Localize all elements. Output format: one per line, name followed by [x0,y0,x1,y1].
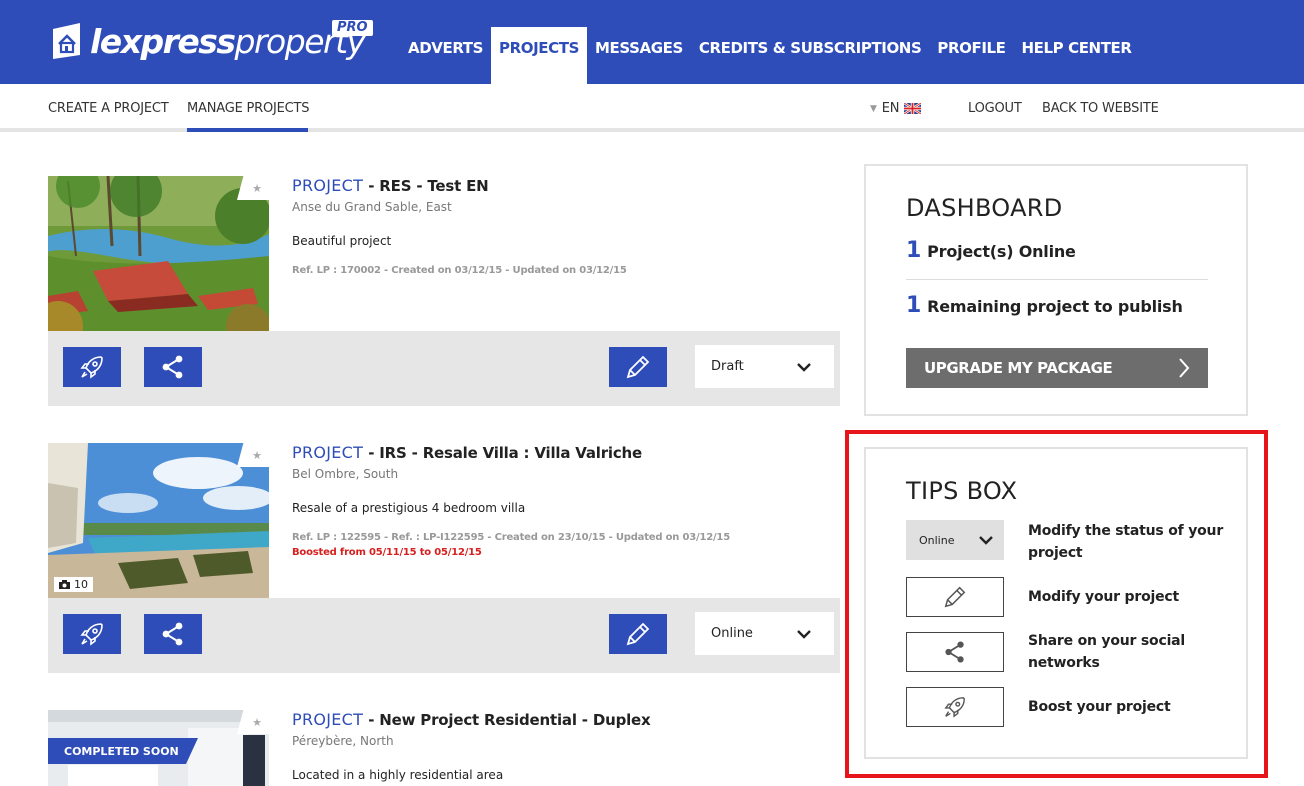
completion-ribbon: COMPLETED SOON [48,738,198,764]
chevron-down-icon [979,536,993,545]
project-location: Anse du Grand Sable, East [292,200,452,214]
upgrade-label: UPGRADE MY PACKAGE [924,359,1113,377]
project-card: ★ PROJECT - RES - Test EN Anse du Grand … [48,176,840,406]
project-title[interactable]: PROJECT - RES - Test EN [292,176,489,195]
online-count: 1 [906,238,922,263]
edit-button[interactable] [609,347,667,387]
pencil-icon [944,586,966,608]
nav-profile[interactable]: PROFILE [929,27,1013,84]
project-description: Located in a highly residential area [292,768,504,782]
language-label: EN [881,101,900,116]
tip-modify-status: Modify the status of your project [1028,523,1224,561]
share-button[interactable] [144,614,202,654]
tip-share: Share on your social networks [1028,633,1186,671]
project-reference: Ref. LP : 122595 - Ref. : LP-I122595 - C… [292,532,730,543]
remaining-count: 1 [906,293,922,318]
pencil-icon [626,622,650,646]
tip-edit-example [906,577,1004,617]
project-thumbnail[interactable]: ★ [48,176,269,331]
rocket-icon [80,356,103,379]
project-description: Beautiful project [292,234,392,248]
project-title[interactable]: PROJECT - IRS - Resale Villa : Villa Val… [292,443,642,462]
upgrade-package-button[interactable]: UPGRADE MY PACKAGE [906,348,1208,388]
manage-projects-link[interactable]: MANAGE PROJECTS [187,101,310,116]
project-thumbnail[interactable]: ★ 10 [48,443,269,598]
nav-help-center[interactable]: HELP CENTER [1014,27,1140,84]
uk-flag-icon [904,103,922,114]
chevron-right-icon [1179,358,1190,378]
online-label: Project(s) Online [927,242,1076,261]
create-project-link[interactable]: CREATE A PROJECT [48,101,169,116]
pencil-icon [626,355,650,379]
brand-name: lexpressproperty [90,21,366,61]
project-card: ★ COMPLETED SOON PROJECT - New Project R… [48,710,840,786]
status-value: Online [711,626,753,641]
camera-icon [59,580,70,589]
villa-pool-image [48,443,269,598]
boost-button[interactable] [63,614,121,654]
project-description: Resale of a prestigious 4 bedroom villa [292,501,526,515]
nav-credits-subscriptions[interactable]: CREDITS & SUBSCRIPTIONS [691,27,929,84]
main-nav: ADVERTS PROJECTS MESSAGES CREDITS & SUBS… [400,27,1140,84]
tips-title: TIPS BOX [906,477,1018,505]
share-button[interactable] [144,347,202,387]
photo-count-badge[interactable]: 10 [54,577,93,592]
share-icon [162,622,183,646]
edit-button[interactable] [609,614,667,654]
pro-badge: PRO [332,20,373,36]
boost-period: Boosted from 05/11/15 to 05/12/15 [292,547,482,558]
nav-adverts[interactable]: ADVERTS [400,27,491,84]
photo-count-value: 10 [74,578,88,591]
nav-projects[interactable]: PROJECTS [491,27,587,84]
rocket-icon [944,697,965,718]
dashboard-title: DASHBOARD [906,194,1063,222]
sub-nav: CREATE A PROJECT MANAGE PROJECTS ▼ EN LO… [0,84,1304,132]
status-value: Draft [711,359,744,374]
status-select[interactable]: Online [695,612,834,655]
boost-button[interactable] [63,347,121,387]
project-title[interactable]: PROJECT - New Project Residential - Dupl… [292,710,651,729]
tip-modify-project: Modify your project [1028,589,1179,605]
remaining-projects-stat: 1 Remaining project to publish [906,293,1183,318]
divider [906,279,1208,280]
rocket-icon [80,623,103,646]
tip-status-example: Online [906,520,1004,560]
project-reference: Ref. LP : 170002 - Created on 03/12/15 -… [292,265,627,276]
tip-status-value: Online [919,533,955,547]
share-icon [162,355,183,379]
status-select[interactable]: Draft [695,345,834,388]
remaining-label: Remaining project to publish [927,297,1183,316]
project-location: Bel Ombre, South [292,467,399,481]
project-actions-bar: Draft [48,331,840,406]
chevron-down-icon [797,362,811,372]
brand-logo[interactable]: lexpressproperty PRO [50,17,373,65]
language-selector[interactable]: ▼ EN [870,101,922,116]
project-actions-bar: Online [48,598,840,673]
tips-box-panel: TIPS BOX Online Modify the status of you… [864,447,1248,759]
tip-share-example [906,632,1004,672]
caret-down-icon: ▼ [870,103,877,114]
online-projects-stat: 1 Project(s) Online [906,238,1076,263]
project-thumbnail[interactable]: ★ COMPLETED SOON [48,710,269,786]
tip-boost: Boost your project [1028,699,1171,715]
dashboard-panel: DASHBOARD 1 Project(s) Online 1 Remaining … [864,164,1248,416]
chevron-down-icon [797,629,811,639]
project-card: ★ 10 PROJECT - IRS - Resale Villa : Vill… [48,443,840,673]
active-tab-indicator [187,128,308,132]
share-icon [945,641,964,663]
project-location: Péreybère, North [292,734,394,748]
logout-link[interactable]: LOGOUT [968,101,1022,116]
garden-pool-image [48,176,269,331]
tip-boost-example [906,687,1004,727]
house-logo-icon [53,23,80,59]
top-header: lexpressproperty PRO ADVERTS PROJECTS ME… [0,0,1304,84]
nav-messages[interactable]: MESSAGES [587,27,691,84]
back-to-website-link[interactable]: BACK TO WEBSITE [1042,101,1159,116]
